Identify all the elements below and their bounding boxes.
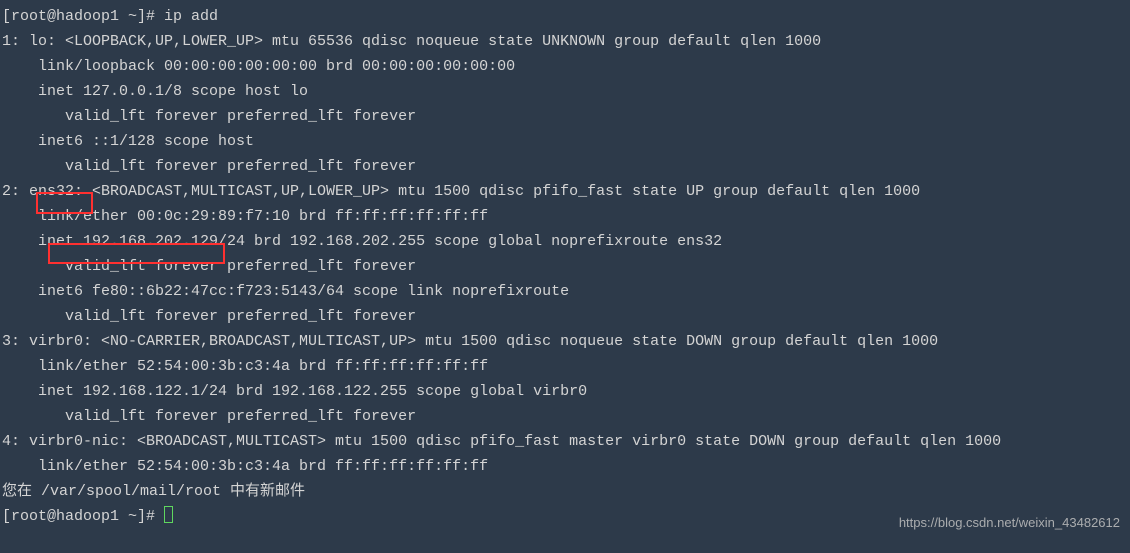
output-line: valid_lft forever preferred_lft forever [2,404,1128,429]
output-line: inet 192.168.202.129/24 brd 192.168.202.… [2,229,1128,254]
cursor-icon [164,506,173,523]
output-line: 2: ens32: <BROADCAST,MULTICAST,UP,LOWER_… [2,179,1128,204]
output-line: link/ether 00:0c:29:89:f7:10 brd ff:ff:f… [2,204,1128,229]
output-line: 3: virbr0: <NO-CARRIER,BROADCAST,MULTICA… [2,329,1128,354]
output-line: inet6 fe80::6b22:47cc:f723:5143/64 scope… [2,279,1128,304]
output-line: inet6 ::1/128 scope host [2,129,1128,154]
output-line: link/ether 52:54:00:3b:c3:4a brd ff:ff:f… [2,354,1128,379]
output-line: 4: virbr0-nic: <BROADCAST,MULTICAST> mtu… [2,429,1128,454]
output-line: link/ether 52:54:00:3b:c3:4a brd ff:ff:f… [2,454,1128,479]
mail-notice-line: 您在 /var/spool/mail/root 中有新邮件 [2,479,1128,504]
output-line: inet 127.0.0.1/8 scope host lo [2,79,1128,104]
prompt-text: [root@hadoop1 ~]# [2,508,164,525]
output-line: 1: lo: <LOOPBACK,UP,LOWER_UP> mtu 65536 … [2,29,1128,54]
watermark-text: https://blog.csdn.net/weixin_43482612 [899,510,1120,535]
output-line: valid_lft forever preferred_lft forever [2,154,1128,179]
terminal-prompt-line: [root@hadoop1 ~]# ip add [2,4,1128,29]
output-line: valid_lft forever preferred_lft forever [2,254,1128,279]
output-line: inet 192.168.122.1/24 brd 192.168.122.25… [2,379,1128,404]
output-line: link/loopback 00:00:00:00:00:00 brd 00:0… [2,54,1128,79]
output-line: valid_lft forever preferred_lft forever [2,104,1128,129]
output-line: valid_lft forever preferred_lft forever [2,304,1128,329]
